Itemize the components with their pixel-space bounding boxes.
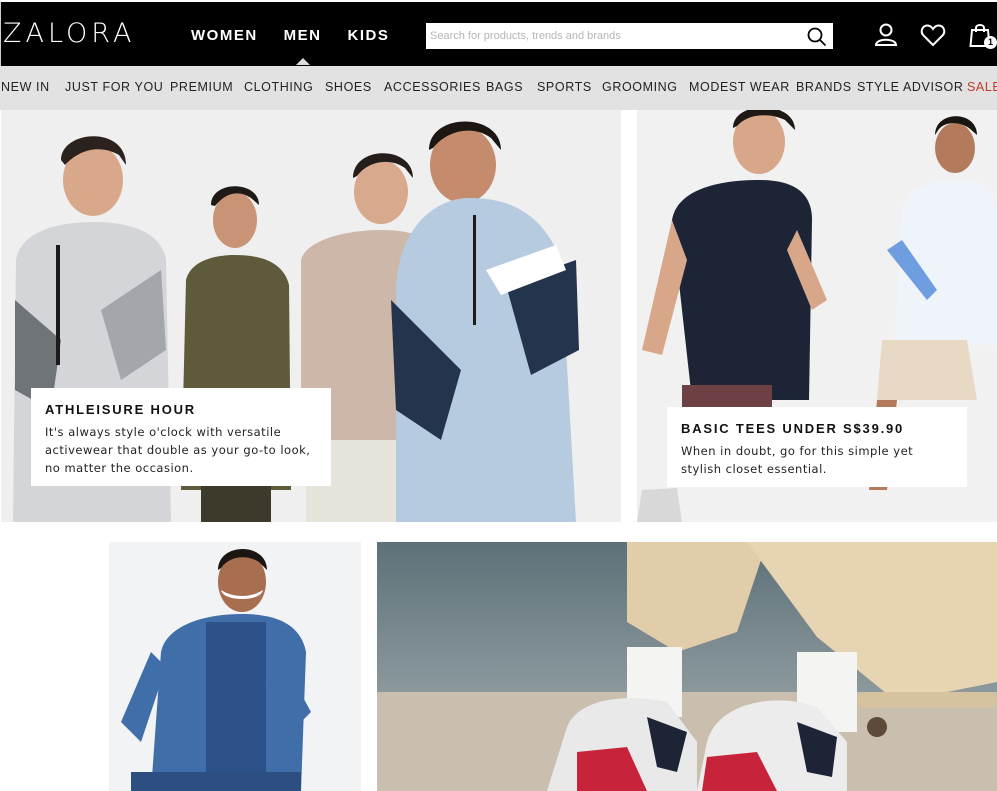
category-accessories[interactable]: ACCESSORIES — [384, 80, 481, 94]
basic-tees-promo-card[interactable]: BASIC TEES UNDER S$39.90 When in doubt, … — [667, 407, 967, 487]
category-just-for-you[interactable]: JUST FOR YOU — [65, 80, 163, 94]
denim-photo — [1, 542, 361, 791]
account-icon[interactable] — [873, 22, 899, 48]
search-input[interactable] — [427, 24, 797, 48]
category-clothing[interactable]: CLOTHING — [244, 80, 313, 94]
athleisure-banner[interactable]: ATHLEISURE HOUR It's always style o'cloc… — [1, 110, 621, 522]
category-sale[interactable]: SALE — [967, 80, 997, 94]
wishlist-heart-icon[interactable] — [920, 22, 946, 48]
basic-tees-title: BASIC TEES UNDER S$39.90 — [681, 421, 905, 436]
search-box — [426, 23, 833, 49]
category-shoes[interactable]: SHOES — [325, 80, 372, 94]
header-icons: 1 — [873, 22, 997, 49]
shopping-bag-icon[interactable]: 1 — [967, 22, 997, 49]
search-icon[interactable] — [806, 26, 828, 48]
nav-women[interactable]: WOMEN — [191, 27, 258, 44]
basic-tees-description: When in doubt, go for this simple yet st… — [681, 444, 914, 476]
cart-count-badge: 1 — [984, 36, 997, 49]
category-style-advisor[interactable]: STYLE ADVISOR — [857, 80, 963, 94]
basic-tees-banner[interactable]: BASIC TEES UNDER S$39.90 When in doubt, … — [637, 110, 997, 522]
sneakers-photo — [377, 542, 997, 791]
top-header: ZALORA WOMEN MEN KIDS Search for product… — [0, 0, 997, 66]
nav-kids[interactable]: KIDS — [348, 27, 390, 44]
athleisure-description: It's always style o'clock with versatile… — [45, 425, 311, 475]
category-new-in[interactable]: NEW IN — [1, 80, 50, 94]
category-premium[interactable]: PREMIUM — [170, 80, 233, 94]
denim-banner[interactable] — [1, 542, 361, 791]
athleisure-title: ATHLEISURE HOUR — [45, 402, 196, 417]
category-nav: NEW IN JUST FOR YOU PREMIUM CLOTHING SHO… — [0, 66, 997, 110]
category-grooming[interactable]: GROOMING — [602, 80, 678, 94]
gender-nav: WOMEN MEN KIDS — [191, 27, 415, 65]
category-modest-wear[interactable]: MODEST WEAR — [689, 80, 790, 94]
sneakers-banner[interactable] — [377, 542, 997, 791]
nav-men[interactable]: MEN — [284, 27, 322, 65]
category-sports[interactable]: SPORTS — [537, 80, 592, 94]
category-brands[interactable]: BRANDS — [796, 80, 852, 94]
category-bags[interactable]: BAGS — [486, 80, 523, 94]
zalora-logo[interactable]: ZALORA — [3, 18, 135, 49]
athleisure-promo-card[interactable]: ATHLEISURE HOUR It's always style o'cloc… — [31, 388, 331, 486]
